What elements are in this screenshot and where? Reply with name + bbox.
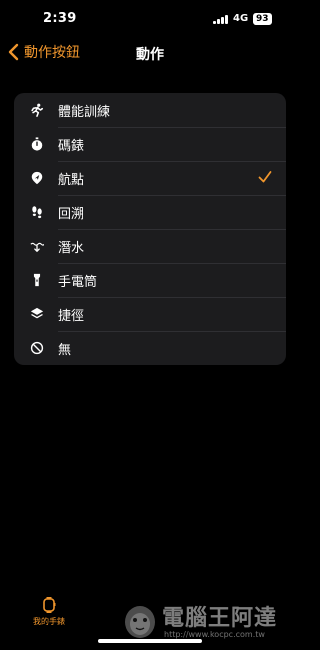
tab-label: 我的手錶	[33, 617, 65, 626]
option-waypoint[interactable]: 航點	[14, 161, 286, 195]
option-label: 捷徑	[58, 308, 85, 324]
mascot-logo-icon	[125, 606, 155, 638]
watch-icon	[43, 597, 56, 613]
option-label: 航點	[58, 172, 85, 188]
cellular-signal-icon	[213, 15, 230, 24]
battery-indicator: 93	[253, 13, 272, 25]
flashlight-icon	[29, 272, 45, 288]
checkmark-icon	[258, 171, 272, 183]
option-workout[interactable]: 體能訓練	[14, 93, 286, 127]
tab-my-watch[interactable]: 我的手錶	[27, 597, 71, 627]
home-indicator[interactable]	[98, 639, 202, 643]
running-figure-icon	[29, 102, 45, 118]
status-time: 2:39	[43, 11, 77, 26]
option-label: 碼錶	[58, 138, 85, 154]
navigation-bar: 動作按鈕 動作	[0, 40, 300, 68]
status-bar: 2:39 4G 93	[0, 0, 300, 40]
action-options-list: 體能訓練 碼錶 航點 回溯 潛水 手電筒 捷徑 無	[14, 93, 286, 365]
option-label: 無	[58, 342, 72, 358]
option-none[interactable]: 無	[14, 331, 286, 365]
watermark-text: 電腦王阿達	[162, 606, 278, 631]
option-flashlight[interactable]: 手電筒	[14, 263, 286, 297]
option-label: 回溯	[58, 206, 85, 222]
waypoint-icon	[29, 170, 45, 186]
option-label: 潛水	[58, 240, 85, 256]
shortcuts-icon	[29, 306, 45, 322]
page-title: 動作	[136, 47, 164, 63]
dive-icon	[29, 238, 45, 254]
option-label: 體能訓練	[58, 104, 111, 120]
network-type: 4G	[233, 13, 249, 24]
footprints-icon	[29, 204, 45, 220]
option-label: 手電筒	[58, 274, 98, 290]
stopwatch-icon	[29, 136, 45, 152]
option-dive[interactable]: 潛水	[14, 229, 286, 263]
watermark-url: http://www.kocpc.com.tw	[164, 630, 265, 639]
option-shortcut[interactable]: 捷徑	[14, 297, 286, 331]
none-icon	[29, 340, 45, 356]
option-stopwatch[interactable]: 碼錶	[14, 127, 286, 161]
option-backtrack[interactable]: 回溯	[14, 195, 286, 229]
